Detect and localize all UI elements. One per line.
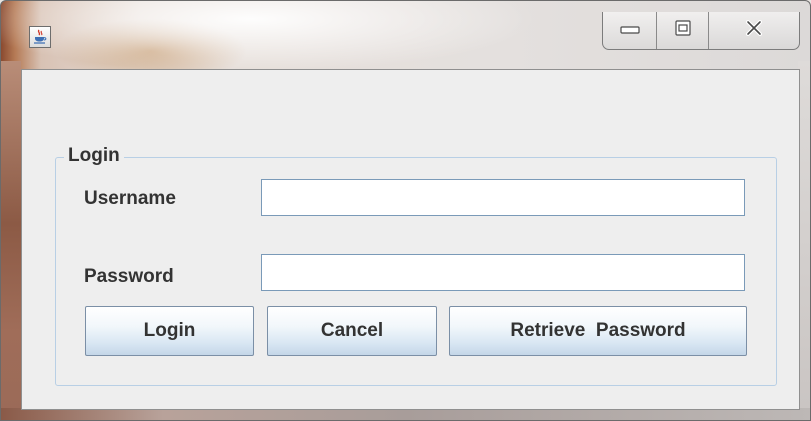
close-button[interactable] — [709, 12, 799, 49]
window-client-area: Login Username Password Login Cancel Ret… — [21, 69, 800, 410]
login-group-title: Login — [64, 144, 124, 168]
login-group-box: Login Username Password Login Cancel Ret… — [55, 144, 777, 386]
retrieve-password-button-label: Retrieve Password — [510, 320, 686, 341]
username-label: Username — [84, 188, 176, 209]
login-button[interactable]: Login — [85, 306, 254, 356]
password-field[interactable] — [261, 254, 745, 291]
close-icon — [744, 20, 764, 41]
java-cup-icon[interactable] — [29, 26, 51, 48]
cancel-button-label: Cancel — [320, 320, 384, 341]
login-button-label: Login — [143, 320, 196, 341]
maximize-icon — [674, 20, 691, 41]
minimize-button[interactable] — [603, 12, 657, 49]
maximize-button[interactable] — [657, 12, 709, 49]
window-frame-left — [1, 61, 21, 420]
minimize-icon — [619, 22, 640, 40]
window-caption-buttons — [602, 12, 800, 50]
password-label: Password — [84, 266, 174, 287]
username-field[interactable] — [261, 179, 745, 216]
retrieve-password-button[interactable]: Retrieve Password — [449, 306, 747, 356]
cancel-button[interactable]: Cancel — [267, 306, 437, 356]
app-window: Login Username Password Login Cancel Ret… — [0, 0, 811, 421]
